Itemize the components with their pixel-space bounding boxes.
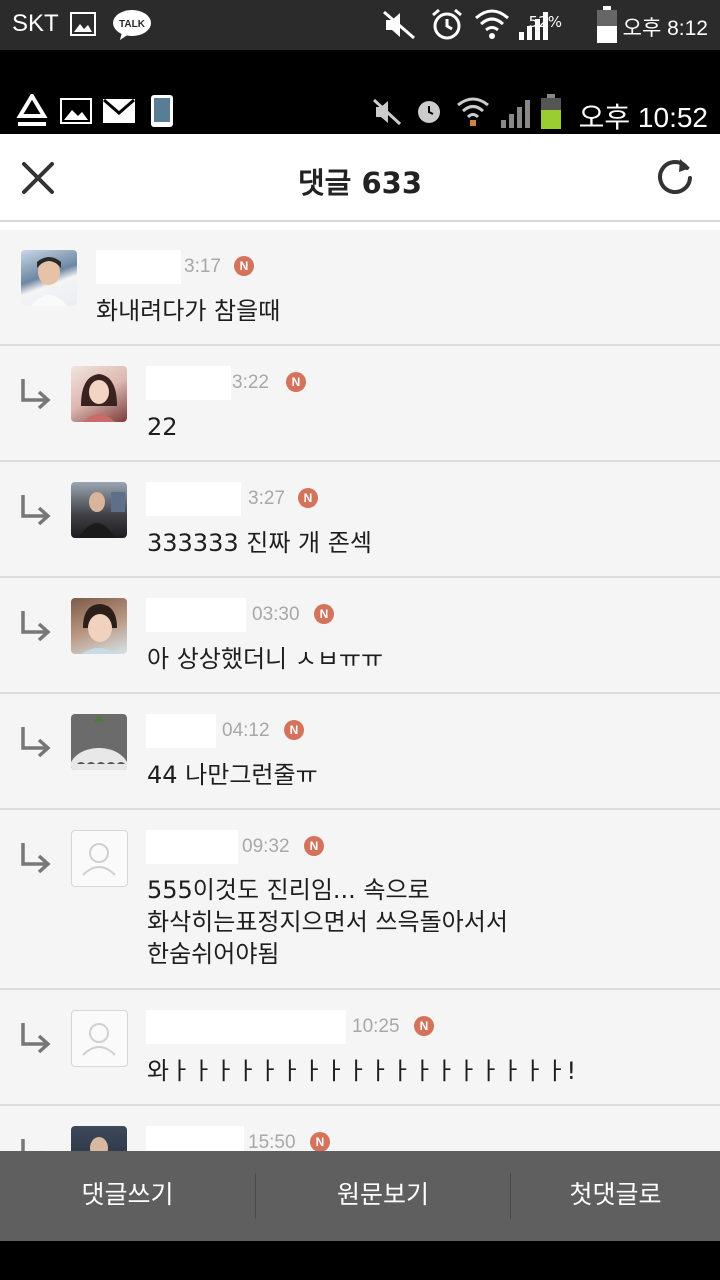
battery-icon [540, 94, 562, 134]
inner-status-bar: 오후 10:52 [0, 90, 720, 134]
inner-time: 오후 10:52 [578, 102, 708, 133]
battery-icon [596, 6, 618, 48]
reply-item[interactable]: 3:22 N 22 [0, 346, 720, 462]
reply-arrow-icon [18, 608, 52, 648]
blurred-username [146, 1010, 346, 1044]
comment-text: 22 [147, 413, 178, 441]
comment-text: 333333 진짜 개 존섹 [147, 529, 372, 557]
alarm-icon [430, 8, 464, 46]
comment-item[interactable]: 3:17 N 화내려다가 참을때 [0, 230, 720, 346]
bottom-gap [0, 1241, 720, 1280]
new-badge: N [298, 488, 318, 508]
reply-arrow-icon [18, 724, 52, 764]
first-comment-button[interactable]: 첫댓글로 [511, 1151, 720, 1241]
comment-time: 3:17 [184, 256, 221, 277]
reply-arrow-icon [18, 492, 52, 532]
mute-icon [382, 10, 416, 44]
new-badge: N [286, 372, 306, 392]
reply-item[interactable]: 3:27 N 333333 진짜 개 존섹 [0, 462, 720, 578]
comment-time: 10:25 [352, 1016, 400, 1037]
blurred-username [146, 482, 241, 516]
avatar [71, 598, 127, 654]
default-avatar-icon [71, 1010, 128, 1067]
comment-text: 화내려다가 참을때 [96, 297, 281, 325]
default-avatar-icon [71, 830, 128, 887]
comment-text: 555이것도 진리임... 속으로 화삭히는표정지으면서 쓰윽돌아서서 한숨쉬어… [147, 876, 508, 968]
comment-time: 04:12 [222, 720, 270, 741]
signal-icon [500, 98, 532, 132]
page-title: 댓글 633 [298, 166, 422, 200]
blurred-username [96, 250, 181, 284]
outer-status-bar: SKT TALK 52% 오후 8:12 [0, 0, 720, 50]
comments-header: 댓글 633 [0, 134, 720, 222]
outer-time: 오후 8:12 [622, 17, 708, 40]
talk-label: TALK [119, 19, 146, 30]
avatar [71, 1126, 127, 1151]
mail-icon [102, 98, 136, 128]
comment-time: 15:50 [248, 1132, 296, 1151]
reply-item[interactable]: 03:30 N 아 상상했더니 ㅅㅂㅠㅠ [0, 578, 720, 694]
comment-time: 09:32 [242, 836, 290, 857]
reply-arrow-icon [18, 376, 52, 416]
carrier-label: SKT [12, 10, 59, 37]
reply-item[interactable]: 10:25 N 와ㅏㅏㅏㅏㅏㅏㅏㅏㅏㅏㅏㅏㅏㅏㅏㅏㅏㅏ! [0, 990, 720, 1106]
new-badge: N [314, 604, 334, 624]
reply-arrow-icon [18, 1136, 52, 1151]
new-badge: N [234, 256, 254, 276]
alarm-icon [414, 96, 444, 130]
reply-arrow-icon [18, 1020, 52, 1060]
comment-text: 아 상상했더니 ㅅㅂㅠㅠ [147, 645, 384, 673]
recycle-icon [14, 92, 50, 132]
blurred-username [146, 830, 238, 864]
write-comment-button[interactable]: 댓글쓰기 [0, 1151, 255, 1241]
wifi-icon [474, 6, 510, 46]
avatar [71, 714, 127, 770]
comment-time: 3:27 [248, 488, 285, 509]
new-badge: N [414, 1016, 434, 1036]
gallery-icon [70, 12, 96, 40]
avatar [71, 366, 127, 422]
view-original-button[interactable]: 원문보기 [256, 1151, 510, 1241]
kakaotalk-icon: TALK [112, 8, 152, 46]
blurred-username [146, 598, 246, 632]
reply-arrow-icon [18, 840, 52, 880]
blurred-username [146, 714, 216, 748]
comment-text: 44 나만그런줄ㅠ [147, 761, 318, 789]
new-badge: N [310, 1132, 330, 1151]
comment-list[interactable]: 3:17 N 화내려다가 참을때 3:22 N 22 3:27 N 333333… [0, 222, 720, 1151]
reply-item[interactable]: 09:32 N 555이것도 진리임... 속으로 화삭히는표정지으면서 쓰윽돌… [0, 810, 720, 990]
refresh-icon[interactable] [652, 154, 698, 204]
bottom-action-bar: 댓글쓰기 원문보기 첫댓글로 [0, 1151, 720, 1241]
blurred-username [146, 1126, 244, 1151]
comment-time: 3:22 [232, 372, 269, 393]
new-badge: N [284, 720, 304, 740]
battery-percent: 52% [528, 13, 562, 31]
avatar [21, 250, 77, 306]
mute-icon [372, 98, 402, 130]
reply-item[interactable]: 15:50 N [0, 1106, 720, 1151]
reply-item[interactable]: 04:12 N 44 나만그런줄ㅠ [0, 694, 720, 810]
comment-time: 03:30 [252, 604, 300, 625]
new-badge: N [304, 836, 324, 856]
avatar [71, 482, 127, 538]
wifi-icon [456, 94, 490, 132]
image-icon [60, 98, 92, 128]
comment-text: 와ㅏㅏㅏㅏㅏㅏㅏㅏㅏㅏㅏㅏㅏㅏㅏㅏㅏㅏ! [147, 1057, 577, 1085]
phone-icon [150, 94, 174, 132]
blurred-username [146, 366, 231, 400]
